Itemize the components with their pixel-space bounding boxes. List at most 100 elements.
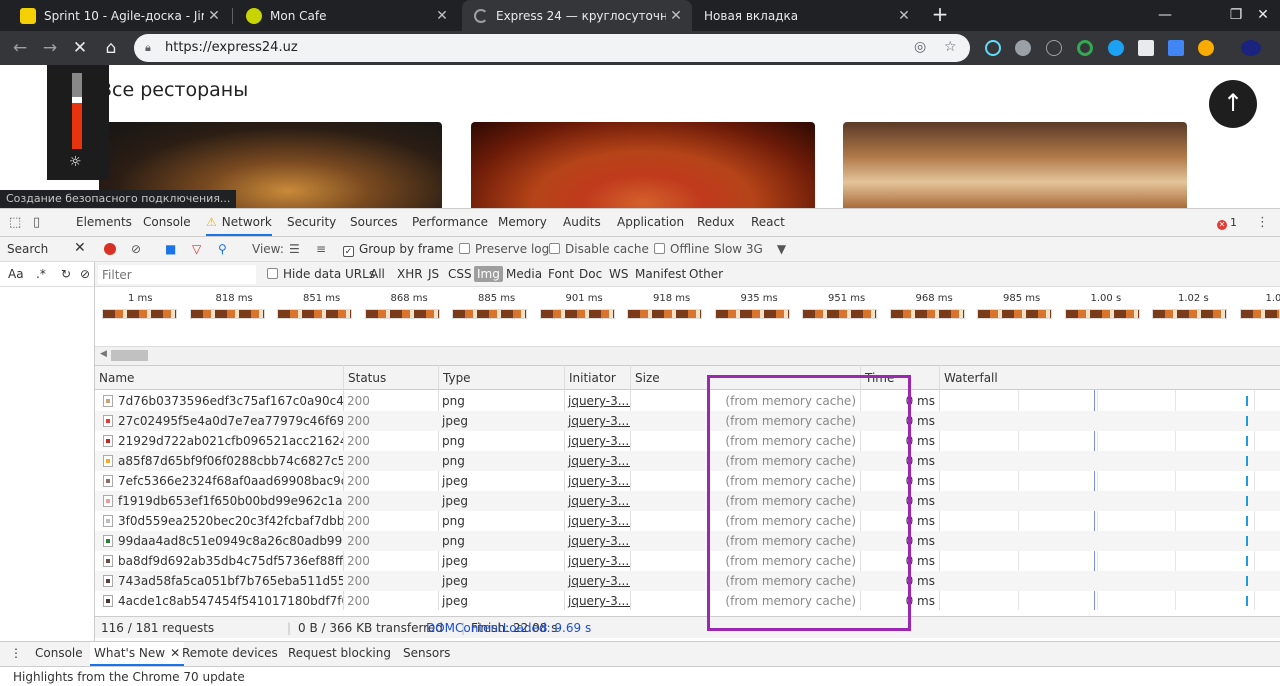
column-initiator[interactable]: Initiator — [564, 366, 630, 390]
location-target-icon[interactable]: ◎ — [914, 39, 926, 55]
browser-tab-express24[interactable]: Express 24 — круглосуточная до ✕ — [462, 0, 692, 31]
more-options-icon[interactable]: ⋮ — [1256, 215, 1269, 230]
table-row[interactable]: 7efc5366e2324f68af0aad69908bac9d.jpeg 200… — [95, 471, 1280, 491]
tab-console[interactable]: Console — [143, 209, 191, 236]
minimize-icon[interactable]: — — [1142, 0, 1188, 31]
tab-application[interactable]: Application — [617, 209, 684, 236]
request-initiator-link[interactable]: jquery-3.... — [564, 571, 630, 591]
volume-track[interactable] — [72, 73, 82, 149]
request-initiator-link[interactable]: jquery-3.... — [564, 451, 630, 471]
tab-sources[interactable]: Sources — [350, 209, 397, 236]
tab-redux[interactable]: Redux — [697, 209, 735, 236]
home-icon[interactable]: ⌂ — [99, 36, 123, 60]
table-row[interactable]: 743ad58fa5ca051bf7b765eba511d550.jpg 200 j… — [95, 571, 1280, 591]
extension-icon[interactable] — [1138, 40, 1154, 56]
tab-performance[interactable]: Performance — [412, 209, 488, 236]
scrollbar-thumb[interactable] — [111, 350, 148, 361]
extension-icon[interactable] — [1046, 40, 1062, 56]
restaurant-card-pizza[interactable] — [471, 122, 815, 208]
type-filter-other[interactable]: Other — [686, 266, 726, 282]
filmstrip-frame[interactable] — [1064, 309, 1140, 319]
filmstrip-frame[interactable] — [364, 309, 440, 319]
tab-react[interactable]: React — [751, 209, 785, 236]
table-row[interactable]: 7d76b0373596edf3c75af167c0a90c44.png 200 p… — [95, 391, 1280, 411]
filmstrip-frame[interactable] — [627, 309, 702, 319]
large-rows-icon[interactable]: ☰ — [289, 242, 300, 256]
filmstrip-frame[interactable] — [539, 309, 615, 319]
throttling-select[interactable]: Slow 3G ▼ — [714, 242, 786, 256]
drawer-tab-sensors[interactable]: Sensors — [403, 646, 450, 660]
new-tab-plus-icon[interactable]: + — [930, 0, 950, 31]
request-name[interactable]: ba8df9d692ab35db4c75df5736ef88ff.jpg — [99, 551, 343, 571]
volume-knob[interactable] — [72, 97, 82, 104]
stop-loading-icon[interactable]: ✕ — [68, 36, 92, 60]
type-filter-font[interactable]: Font — [545, 266, 577, 282]
error-count-badge[interactable]: ✕ 1 — [1217, 216, 1237, 230]
inspect-element-icon[interactable]: ⬚ — [9, 215, 21, 230]
column-status[interactable]: Status — [343, 366, 438, 390]
filmstrip-frame[interactable] — [452, 309, 527, 319]
column-time[interactable]: Time — [860, 366, 939, 390]
type-filter-css[interactable]: CSS — [445, 266, 475, 282]
request-name[interactable]: 743ad58fa5ca051bf7b765eba511d550.jpg — [99, 571, 343, 591]
extension-icon[interactable] — [1198, 40, 1214, 56]
close-icon[interactable]: ✕ — [170, 646, 180, 660]
type-filter-img[interactable]: Img — [474, 266, 503, 282]
drawer-tab-remote-devices[interactable]: Remote devices — [182, 646, 278, 660]
clear-log-icon[interactable]: ⊘ — [131, 242, 141, 256]
extension-icon[interactable] — [1077, 40, 1093, 56]
column-name[interactable]: Name — [95, 366, 343, 390]
translate-icon[interactable] — [1168, 40, 1184, 56]
request-initiator-link[interactable]: jquery-3.... — [564, 491, 630, 511]
device-toolbar-icon[interactable]: ▯ — [33, 215, 40, 230]
filmstrip-frame[interactable] — [1152, 309, 1227, 319]
close-icon[interactable]: ✕ — [666, 8, 686, 24]
close-icon[interactable]: ✕ — [204, 8, 224, 24]
extension-icon[interactable] — [1015, 40, 1031, 56]
request-initiator-link[interactable]: jquery-3.... — [564, 531, 630, 551]
table-row[interactable]: ba8df9d692ab35db4c75df5736ef88ff.jpg 200 j… — [95, 551, 1280, 571]
screenshot-camera-icon[interactable]: ■ — [165, 242, 176, 256]
hide-data-urls-checkbox[interactable]: Hide data URLs — [267, 267, 375, 281]
request-name[interactable]: 99daa4ad8c51e0949c8a26c80adb993f.png — [99, 531, 343, 551]
record-button[interactable] — [104, 243, 116, 255]
scroll-left-arrow-icon[interactable]: ◀ — [100, 349, 107, 359]
scroll-to-top-button[interactable]: ↑ — [1209, 80, 1257, 128]
browser-tab-jira[interactable]: Sprint 10 - Agile-доска - Jira ✕ — [8, 0, 230, 31]
request-initiator-link[interactable]: jquery-3.... — [564, 471, 630, 491]
back-arrow-icon[interactable]: ← — [8, 36, 32, 60]
table-row[interactable]: 21929d722ab021cfb096521acc216246.png 200 p… — [95, 431, 1280, 451]
table-row[interactable]: 27c02495f5e4a0d7e7ea77979c46f69b.jpg 200 j… — [95, 411, 1280, 431]
filmstrip-frame[interactable] — [714, 309, 790, 319]
preserve-log-checkbox[interactable]: Preserve log — [459, 242, 549, 256]
match-case-toggle[interactable]: Aa — [8, 267, 24, 281]
search-label[interactable]: Search — [7, 242, 48, 256]
address-bar[interactable]: 🔒︎ https://express24.uz ◎ ☆ — [134, 34, 970, 62]
drawer-tab-whats-new[interactable]: What's New ✕ — [90, 642, 185, 666]
forward-arrow-icon[interactable]: → — [38, 36, 62, 60]
tab-audits[interactable]: Audits — [563, 209, 601, 236]
group-by-frame-checkbox[interactable]: Group by frame — [343, 242, 453, 257]
browser-tab-mon-cafe[interactable]: Mon Cafe ✕ — [234, 0, 458, 31]
column-waterfall[interactable]: Waterfall — [939, 366, 1280, 390]
request-initiator-link[interactable]: jquery-3.... — [564, 411, 630, 431]
request-name[interactable]: 4acde1c8ab547454f541017180bdf7f0.jpg — [99, 591, 343, 611]
filmstrip-frame[interactable] — [277, 309, 352, 319]
close-search-icon[interactable]: ✕ — [74, 240, 86, 256]
filmstrip-frame[interactable] — [189, 309, 265, 319]
tab-security[interactable]: Security — [287, 209, 336, 236]
type-filter-all[interactable]: All — [367, 266, 388, 282]
request-name[interactable]: 7efc5366e2324f68af0aad69908bac9d.jpeg — [99, 471, 343, 491]
request-initiator-link[interactable]: jquery-3.... — [564, 511, 630, 531]
column-size[interactable]: Size — [630, 366, 860, 390]
react-devtools-icon[interactable] — [985, 40, 1001, 56]
close-icon[interactable]: ✕ — [432, 8, 452, 24]
clear-icon[interactable]: ⊘ — [80, 267, 90, 281]
request-initiator-link[interactable]: jquery-3.... — [564, 591, 630, 611]
tab-network[interactable]: ⚠ Network — [206, 209, 272, 236]
window-close-icon[interactable]: ✕ — [1240, 0, 1280, 31]
type-filter-js[interactable]: JS — [425, 266, 442, 282]
request-name[interactable]: a85f87d65bf9f06f0288cbb74c6827c5.png — [99, 451, 343, 471]
request-name[interactable]: 7d76b0373596edf3c75af167c0a90c44.png — [99, 391, 343, 411]
filmstrip-frame[interactable] — [802, 309, 877, 319]
